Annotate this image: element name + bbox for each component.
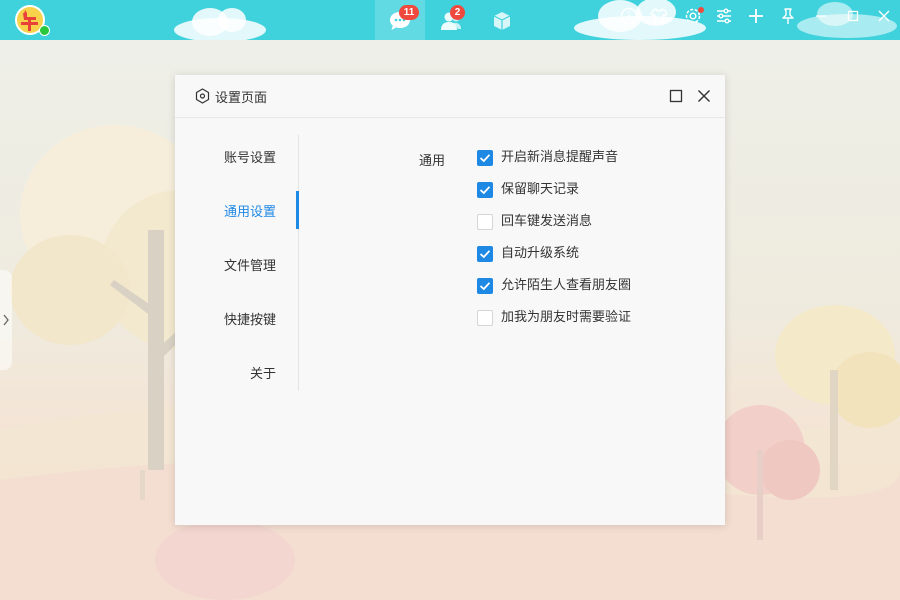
active-nav-indicator [296, 191, 299, 229]
top-bar: 11 2 [0, 0, 900, 40]
checkmark-icon [479, 186, 491, 195]
checkbox-checked[interactable] [477, 278, 493, 294]
sliders-icon[interactable] [715, 7, 733, 25]
option-label: 允许陌生人查看朋友圈 [501, 278, 632, 293]
side-expand-handle[interactable] [0, 270, 12, 370]
dialog-close-icon[interactable] [696, 88, 712, 104]
nav-item-files[interactable]: 文件管理 [224, 255, 276, 274]
checkbox-unchecked[interactable] [477, 214, 493, 230]
nav-item-account[interactable]: 账号设置 [224, 147, 276, 166]
checkbox-checked[interactable] [477, 150, 493, 166]
settings-dialog: 设置页面 账号设置 通用设置 文件管理 快捷按键 关于 通用 开启新消息提醒声音 [175, 75, 725, 525]
info-icon[interactable] [620, 7, 638, 25]
section-label-general: 通用 [419, 154, 446, 169]
checkmark-icon [479, 154, 491, 163]
dialog-title: 设置页面 [215, 91, 268, 106]
cloud-decoration [174, 8, 266, 40]
dialog-maximize-icon[interactable] [668, 88, 684, 104]
dialog-header: 设置页面 [175, 75, 725, 118]
settings-side-nav: 账号设置 通用设置 文件管理 快捷按键 关于 [175, 135, 299, 391]
minimize-icon[interactable] [812, 7, 830, 25]
contacts-unread-badge: 2 [450, 5, 465, 20]
cube-icon[interactable] [491, 11, 513, 31]
checkbox-checked[interactable] [477, 246, 493, 262]
close-icon[interactable] [875, 7, 893, 25]
pin-icon[interactable] [779, 7, 797, 25]
option-label: 保留聊天记录 [501, 182, 580, 197]
desktop-background: 11 2 设置页面 账号设置 通用设置 文件管理 快捷按键 关于 通用 开启新消… [0, 0, 900, 600]
option-label: 回车键发送消息 [501, 214, 593, 229]
option-label: 自动升级系统 [501, 246, 580, 261]
chat-unread-badge: 11 [399, 5, 419, 20]
shirt-icon[interactable] [650, 7, 668, 25]
maximize-icon[interactable] [844, 7, 862, 25]
settings-notification-dot [698, 7, 704, 13]
option-label: 开启新消息提醒声音 [501, 150, 619, 165]
chevron-right-icon [3, 314, 9, 326]
checkbox-unchecked[interactable] [477, 310, 493, 326]
nav-item-general[interactable]: 通用设置 [224, 201, 276, 220]
checkmark-icon [479, 250, 491, 259]
plus-icon[interactable] [747, 7, 765, 25]
settings-hexagon-icon [195, 88, 210, 104]
nav-item-about[interactable]: 关于 [250, 363, 276, 382]
online-status-dot [39, 25, 50, 36]
checkbox-checked[interactable] [477, 182, 493, 198]
checkmark-icon [479, 282, 491, 291]
option-label: 加我为朋友时需要验证 [501, 310, 632, 325]
nav-item-shortcuts[interactable]: 快捷按键 [224, 309, 276, 328]
